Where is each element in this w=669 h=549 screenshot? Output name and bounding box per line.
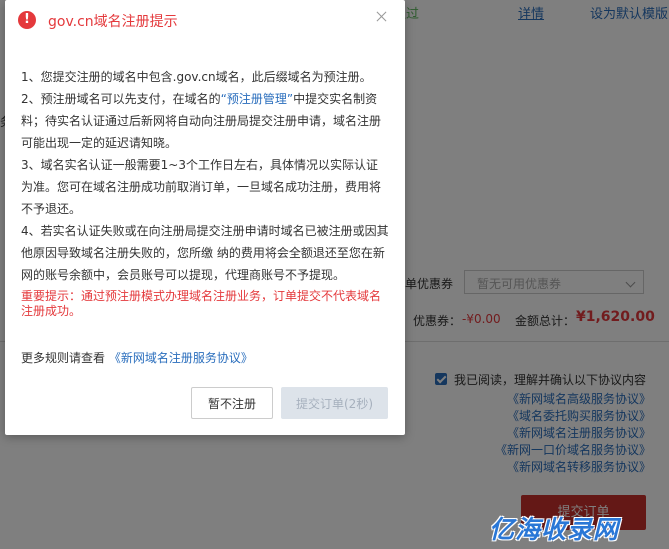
notice-item-3: 3、域名实名认证一般需要1~3个工作日左右，具体情况以实际认证为准。您可在域名注…: [21, 158, 382, 216]
gov-cn-registration-dialog: ! gov.cn域名注册提示 1、您提交注册的域名中包含.gov.cn域名，此后…: [5, 0, 405, 435]
more-rules: 更多规则请查看 《新网域名注册服务协议》: [21, 347, 389, 369]
notice-item-2: 2、预注册域名可以先支付，在域名的“预注册管理”中提交实名制资料；待实名认证通过…: [21, 88, 389, 154]
registration-agreement-link[interactable]: 《新网域名注册服务协议》: [109, 351, 253, 365]
dialog-title: gov.cn域名注册提示: [48, 14, 178, 30]
notice-item-2-text-a: 2、预注册域名可以先支付，在域名的: [21, 92, 221, 106]
dialog-body: 1、您提交注册的域名中包含.gov.cn域名，此后缀域名为预注册。 2、预注册域…: [21, 66, 389, 369]
pre-registration-management-link[interactable]: “预注册管理”: [221, 92, 293, 106]
site-watermark-logo: 亿海收录网: [489, 515, 620, 544]
close-icon[interactable]: [375, 10, 389, 24]
notice-item-1: 1、您提交注册的域名中包含.gov.cn域名，此后缀域名为预注册。: [21, 70, 372, 84]
more-rules-prefix: 更多规则请查看: [21, 351, 106, 365]
important-notice: 重要提示：通过预注册模式办理域名注册业务，订单提交不代表域名注册成功。: [21, 289, 382, 318]
submit-order-countdown-button[interactable]: 提交订单(2秒): [281, 387, 388, 419]
exclamation-circle-icon: !: [18, 11, 36, 29]
notice-item-4: 4、若实名认证失败或在向注册局提交注册申请时域名已被注册或因其他原因导致域名注册…: [21, 224, 389, 282]
skip-registration-button[interactable]: 暂不注册: [191, 387, 273, 419]
